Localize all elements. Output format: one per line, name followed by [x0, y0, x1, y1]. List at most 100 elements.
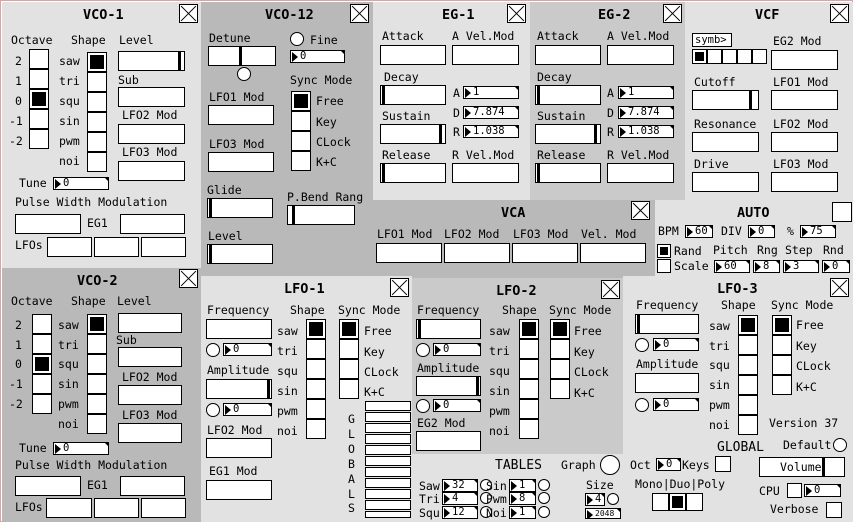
- lfo3-shape-cell[interactable]: [738, 335, 758, 355]
- auto-rand-toggle[interactable]: [657, 244, 671, 258]
- vco2-shape-cell-selected[interactable]: [87, 314, 107, 334]
- vco2-oct-cell-selected[interactable]: [32, 354, 52, 374]
- global-cpu-number[interactable]: 0: [804, 484, 841, 497]
- vco2-shape-cell[interactable]: [87, 354, 107, 374]
- vco2-oct-cell[interactable]: [32, 314, 52, 334]
- lfo1-sync-cell-selected[interactable]: [339, 319, 359, 339]
- vco1-lfos-slider-1[interactable]: [47, 237, 92, 257]
- vco12-sync-cell[interactable]: [291, 151, 311, 171]
- vco1-shape-cell[interactable]: [87, 112, 107, 132]
- global-verbose-toggle[interactable]: [826, 502, 842, 518]
- lfo3-shape-cell[interactable]: [738, 415, 758, 435]
- eg2-r-number[interactable]: 1.038: [618, 125, 674, 138]
- lfo2-amplitude-slider[interactable]: [416, 376, 481, 396]
- lfo1-shape-cell[interactable]: [306, 339, 326, 359]
- auto-pct-number[interactable]: 75: [800, 225, 836, 238]
- lfo1-sync-cell[interactable]: [339, 359, 359, 379]
- vco12-fine-number[interactable]: 0: [290, 50, 345, 63]
- tables-saw-number[interactable]: 32: [442, 479, 478, 492]
- vco1-shape-cell-selected[interactable]: [87, 52, 107, 72]
- lfo1-amp-reset[interactable]: [206, 403, 220, 417]
- eg1-decay-slider[interactable]: [380, 85, 446, 105]
- vco12-lfo3mod-slider[interactable]: [208, 152, 274, 172]
- vco12-fine-toggle[interactable]: [290, 32, 304, 46]
- auto-rng-number[interactable]: 8: [753, 260, 780, 273]
- vco2-oct-cell[interactable]: [32, 374, 52, 394]
- global-voice-cell[interactable]: [686, 493, 703, 511]
- lfo3-shape-cell[interactable]: [738, 395, 758, 415]
- global-cpu-toggle[interactable]: [787, 483, 802, 498]
- eg1-a-number[interactable]: 1: [463, 86, 519, 99]
- lfo3-amp-reset[interactable]: [635, 398, 649, 412]
- lfo1-lfo2mod-slider[interactable]: [206, 438, 272, 458]
- globals-slider-stack[interactable]: [365, 401, 411, 518]
- vco1-pwm-slider[interactable]: [15, 214, 81, 234]
- eg1-close-icon[interactable]: [507, 4, 526, 23]
- lfo1-frequency-slider[interactable]: [206, 319, 272, 339]
- globals-slider[interactable]: [365, 478, 411, 488]
- vco1-level-slider[interactable]: [118, 51, 185, 71]
- lfo2-shape-cell[interactable]: [519, 399, 539, 419]
- auto-div-number[interactable]: 0: [748, 225, 775, 238]
- global-oct-number[interactable]: 0: [656, 458, 681, 471]
- eg1-attack-slider[interactable]: [380, 45, 446, 65]
- vca-lfo3-slider[interactable]: [512, 243, 578, 263]
- vco1-eg1-slider[interactable]: [120, 214, 185, 234]
- vco1-oct-cell[interactable]: [29, 69, 49, 89]
- lfo1-shape-cell[interactable]: [306, 419, 326, 439]
- lfo3-shape-cell[interactable]: [738, 375, 758, 395]
- vco1-oct-cell-selected[interactable]: [29, 89, 49, 109]
- globals-slider[interactable]: [365, 401, 411, 411]
- vco1-tune-number[interactable]: 0: [53, 177, 109, 190]
- global-keys-toggle[interactable]: [715, 456, 731, 472]
- vco1-lfo3mod-slider[interactable]: [118, 161, 185, 181]
- vco2-lfos-slider-1[interactable]: [46, 498, 92, 518]
- lfo1-freq-number[interactable]: 0: [223, 343, 272, 356]
- vco12-detune-slider[interactable]: [208, 46, 276, 66]
- eg2-release-slider[interactable]: [535, 163, 601, 183]
- lfo3-sync-cell-selected[interactable]: [772, 315, 792, 335]
- lfo1-amp-number[interactable]: 0: [223, 403, 272, 416]
- tables-noi-number[interactable]: 1: [509, 506, 536, 519]
- tables-graph-toggle[interactable]: [600, 455, 620, 475]
- vco2-level-slider[interactable]: [118, 313, 182, 333]
- vca-lfo1-slider[interactable]: [376, 243, 442, 263]
- tables-sin-number[interactable]: 1: [509, 479, 536, 492]
- vco1-lfo2mod-slider[interactable]: [118, 124, 185, 144]
- tables-sin-bang[interactable]: [538, 479, 550, 491]
- eg2-avel-slider[interactable]: [607, 45, 674, 65]
- tables-squ-number[interactable]: 12: [442, 506, 478, 519]
- lfo1-sync-cell[interactable]: [339, 339, 359, 359]
- eg2-rvel-slider[interactable]: [607, 163, 674, 183]
- vco12-pbend-slider[interactable]: [287, 205, 355, 225]
- auto-toggle[interactable]: [832, 202, 852, 222]
- vco1-lfos-slider-2[interactable]: [94, 237, 139, 257]
- vco12-sync-cell-selected[interactable]: [291, 91, 311, 111]
- vcf-symb-menu[interactable]: symb>: [692, 33, 732, 47]
- vcf-close-icon[interactable]: [830, 4, 849, 23]
- vco1-sub-slider[interactable]: [118, 87, 185, 107]
- lfo1-freq-reset[interactable]: [206, 343, 220, 357]
- lfo3-frequency-slider[interactable]: [635, 314, 699, 334]
- vco1-close-icon[interactable]: [179, 4, 198, 23]
- tables-tri-number[interactable]: 4: [442, 492, 478, 505]
- eg2-decay-slider[interactable]: [535, 85, 601, 105]
- vco2-shape-cell[interactable]: [87, 334, 107, 354]
- lfo2-frequency-slider[interactable]: [416, 319, 481, 339]
- lfo1-shape-cell[interactable]: [306, 359, 326, 379]
- auto-rnd-number[interactable]: 0: [822, 260, 850, 273]
- eg1-r-number[interactable]: 1.038: [463, 125, 519, 138]
- vca-close-icon[interactable]: [631, 201, 650, 220]
- vco1-oct-cell[interactable]: [29, 109, 49, 129]
- global-voice-cell[interactable]: [652, 493, 669, 511]
- eg2-sustain-slider[interactable]: [535, 124, 601, 144]
- global-voice-cell-selected[interactable]: [669, 493, 686, 511]
- globals-slider[interactable]: [365, 456, 411, 466]
- auto-pitch-number[interactable]: 60: [714, 260, 750, 273]
- vcf-lfo3mod-slider[interactable]: [771, 172, 838, 192]
- tables-size-bang[interactable]: [607, 493, 619, 505]
- lfo1-close-icon[interactable]: [390, 278, 409, 297]
- vco2-lfos-slider-3[interactable]: [141, 498, 186, 518]
- vco12-detune-reset[interactable]: [237, 67, 251, 81]
- vcf-cutoff-slider[interactable]: [692, 90, 759, 110]
